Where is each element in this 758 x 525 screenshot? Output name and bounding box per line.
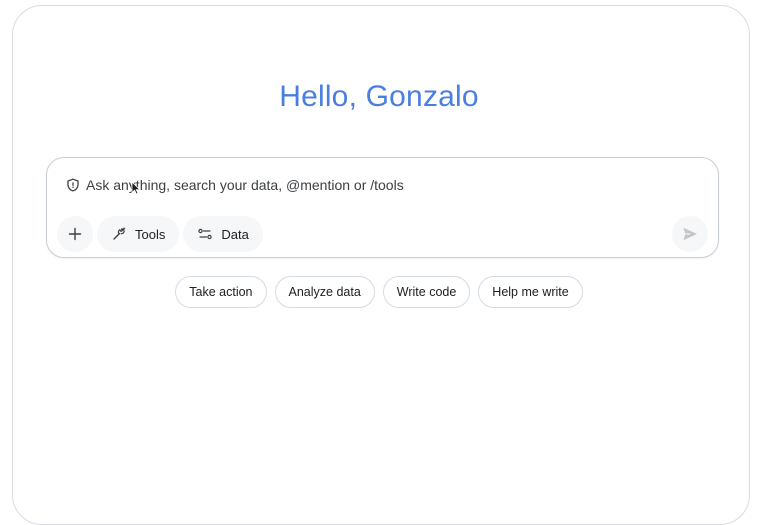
data-label: Data (221, 226, 249, 242)
suggestion-take-action[interactable]: Take action (175, 276, 267, 308)
data-button[interactable]: Data (183, 216, 263, 252)
shield-icon (66, 178, 80, 192)
tools-button[interactable]: Tools (97, 216, 180, 252)
mouse-cursor-icon (131, 181, 140, 195)
greeting-title: Hello, Gonzalo (279, 80, 479, 113)
suggestion-analyze-data[interactable]: Analyze data (274, 276, 375, 308)
suggestion-chips: Take action Analyze data Write code Help… (0, 276, 758, 308)
prompt-box[interactable]: Tools Data (46, 157, 719, 258)
suggestion-help-me-write[interactable]: Help me write (478, 276, 583, 308)
tools-sparkle-icon (113, 227, 126, 240)
prompt-input[interactable] (86, 177, 646, 193)
send-button[interactable] (672, 216, 708, 252)
prompt-toolbar: Tools Data (57, 216, 263, 252)
suggestion-write-code[interactable]: Write code (382, 276, 471, 308)
data-filter-icon (198, 228, 213, 240)
tools-label: Tools (135, 226, 166, 242)
plus-icon (68, 227, 82, 241)
add-button[interactable] (57, 216, 93, 252)
prompt-row (66, 177, 646, 193)
send-icon (683, 227, 697, 241)
